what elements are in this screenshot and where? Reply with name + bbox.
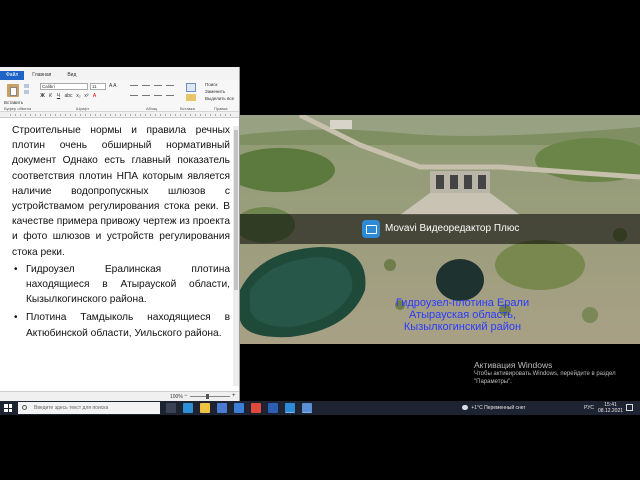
list-item: Плотина Тамдыколь находящиеся в Актюбинс… xyxy=(12,310,230,340)
file-explorer-icon[interactable] xyxy=(200,403,210,413)
indent-increase-icon[interactable] xyxy=(142,85,150,86)
insert-picture-icon[interactable] xyxy=(186,83,196,92)
group-font-label: Шрифт xyxy=(76,106,90,111)
taskbar-search-input[interactable]: Введите здесь текст для поиска xyxy=(18,402,160,414)
cut-icon[interactable] xyxy=(24,84,29,88)
video-caption: Гидроузел-плотина Ерали Атырауская облас… xyxy=(380,297,545,333)
clock-date: 08.12.2021 xyxy=(598,408,624,414)
grow-shrink-font-icon[interactable]: A A xyxy=(109,83,117,89)
video-frame: Movavi Видеоредактор Плюс Гидроузел-плот… xyxy=(240,115,640,344)
underline-button[interactable]: Ч xyxy=(56,93,61,99)
group-edit-label: Правка xyxy=(214,106,228,111)
superscript-button[interactable]: x² xyxy=(84,93,89,99)
wordpad-window: Файл Главная Вид Вставить Calibri 11 A A… xyxy=(0,67,240,401)
subscript-button[interactable]: x₂ xyxy=(76,93,81,99)
indent-decrease-icon[interactable] xyxy=(130,85,138,86)
activate-windows-title: Активация Windows xyxy=(474,360,553,370)
search-icon xyxy=(22,405,27,410)
language-indicator[interactable]: РУС xyxy=(584,405,594,411)
find-button[interactable]: Поиск xyxy=(205,81,234,88)
bullet-list: Гидроузел Ералинская плотина находящиеся… xyxy=(12,262,230,341)
align-center-icon[interactable] xyxy=(142,95,150,96)
ribbon-tabs: Файл Главная Вид xyxy=(0,70,239,80)
line-spacing-icon[interactable] xyxy=(166,85,174,86)
word-icon[interactable] xyxy=(268,403,278,413)
copy-icon[interactable] xyxy=(24,90,29,94)
movavi-icon[interactable] xyxy=(285,403,295,413)
movavi-logo-icon xyxy=(362,220,380,238)
replace-button[interactable]: Заменить xyxy=(205,88,234,95)
ruler[interactable] xyxy=(0,112,239,118)
wordpad-icon[interactable] xyxy=(302,403,312,413)
store-icon[interactable] xyxy=(217,403,227,413)
text-color-button[interactable]: A xyxy=(92,93,97,99)
activate-windows-subtitle: Чтобы активировать Windows, перейдите в … xyxy=(474,371,616,385)
tab-home[interactable]: Главная xyxy=(24,71,59,80)
document-area[interactable]: Строительные нормы и правила речных плот… xyxy=(0,120,239,390)
font-name-select[interactable]: Calibri xyxy=(40,83,88,90)
format-buttons: Ж К Ч abc x₂ x² A xyxy=(40,93,97,99)
align-justify-icon[interactable] xyxy=(166,95,174,96)
task-view-icon[interactable] xyxy=(166,403,176,413)
edit-group: Поиск Заменить Выделить все xyxy=(205,81,234,102)
activate-windows-notice: Активация Windows Чтобы активировать Win… xyxy=(474,360,624,386)
bullets-icon[interactable] xyxy=(154,85,162,86)
ribbon: Вставить Calibri 11 A A Ж К Ч abc x₂ x² … xyxy=(0,80,239,112)
group-clipboard-label: Буфер обмена xyxy=(4,106,32,111)
document-page[interactable]: Строительные нормы и правила речных плот… xyxy=(8,120,234,390)
tab-view[interactable]: Вид xyxy=(59,71,84,80)
align-right-icon[interactable] xyxy=(154,95,162,96)
mail-icon[interactable] xyxy=(234,403,244,413)
caption-line: Атырауская область, xyxy=(409,309,516,321)
paragraph-group xyxy=(130,83,174,101)
chrome-icon[interactable] xyxy=(251,403,261,413)
zoom-slider[interactable] xyxy=(190,396,230,397)
zoom-slider-thumb[interactable] xyxy=(206,394,209,399)
cloud-snow-icon xyxy=(462,405,468,411)
group-paragraph-label: Абзац xyxy=(146,106,158,111)
select-all-button[interactable]: Выделить все xyxy=(205,95,234,102)
font-size-select[interactable]: 11 xyxy=(90,83,106,90)
notification-center-icon[interactable] xyxy=(626,404,633,411)
weather-widget[interactable]: +1°C Переменный снег xyxy=(462,405,525,411)
caption-line: Кызылкогинский район xyxy=(403,321,522,333)
italic-button[interactable]: К xyxy=(48,93,53,99)
edge-icon[interactable] xyxy=(183,403,193,413)
tab-file[interactable]: Файл xyxy=(0,71,25,80)
paste-sheet-icon xyxy=(10,87,17,96)
vertical-scrollbar[interactable] xyxy=(233,126,239,386)
taskbar-apps xyxy=(166,403,312,413)
scrollbar-thumb[interactable] xyxy=(234,130,238,290)
ribbon-group-labels: Буфер обмена Шрифт Абзац Вставка Правка xyxy=(0,105,239,111)
zoom-out-button[interactable]: − xyxy=(184,393,188,399)
strikethrough-button[interactable]: abc xyxy=(64,93,73,99)
taskbar-clock[interactable]: 15:41 08.12.2021 xyxy=(598,402,623,414)
paste-button[interactable] xyxy=(6,82,20,98)
weather-text: +1°C Переменный снег xyxy=(471,405,526,411)
caption-line: Гидроузел-плотина Ерали xyxy=(395,297,530,309)
desktop-screen: Файл Главная Вид Вставить Calibri 11 A A… xyxy=(0,0,640,480)
zoom-in-button[interactable]: + xyxy=(232,393,236,399)
zoom-level: 100% xyxy=(170,394,183,400)
document-paragraph: Строительные нормы и правила речных плот… xyxy=(12,125,230,258)
taskbar: Введите здесь текст для поиска +1°C Пере… xyxy=(0,401,640,415)
status-bar: 100% − + xyxy=(0,391,239,401)
windows-start-icon[interactable] xyxy=(4,404,12,412)
watermark-text: Movavi Видеоредактор Плюс xyxy=(385,223,520,234)
bold-button[interactable]: Ж xyxy=(40,93,45,99)
align-left-icon[interactable] xyxy=(130,95,138,96)
insert-paint-drawing-icon[interactable] xyxy=(186,94,196,101)
group-insert-label: Вставка xyxy=(180,106,195,111)
list-item: Гидроузел Ералинская плотина находящиеся… xyxy=(12,262,230,308)
